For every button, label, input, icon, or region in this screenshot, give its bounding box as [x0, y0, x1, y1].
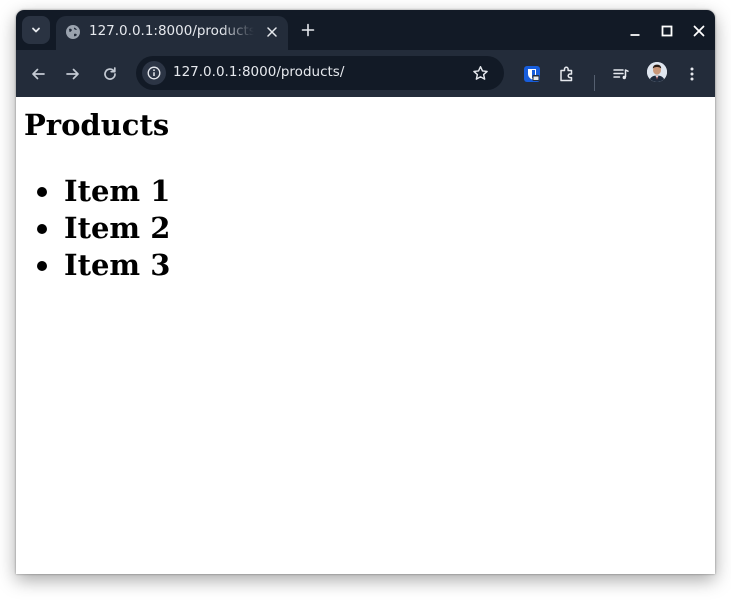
- product-list: Item 1 Item 2 Item 3: [16, 173, 170, 284]
- reload-button[interactable]: [97, 61, 123, 87]
- list-bullet: [37, 224, 47, 234]
- list-item: Item 2: [16, 210, 170, 247]
- chevron-down-icon: [32, 27, 40, 33]
- bookmark-button[interactable]: [469, 62, 491, 84]
- back-arrow-icon: [32, 68, 45, 80]
- list-item: Item 1: [16, 173, 170, 210]
- toolbar-separator: [594, 75, 595, 91]
- tab-search-button[interactable]: [22, 16, 50, 44]
- url-text: 127.0.0.1:8000/products/: [173, 64, 345, 80]
- browser-window: 127.0.0.1:8000/products/ 127.0.0.1:8000/…: [16, 10, 715, 574]
- close-icon: [693, 25, 705, 37]
- reload-icon: [104, 67, 116, 80]
- forward-arrow-icon: [66, 68, 79, 80]
- shield-icon: [524, 66, 540, 82]
- list-bullet: [37, 187, 47, 197]
- puzzle-icon: [560, 66, 573, 82]
- globe-icon: [66, 25, 80, 39]
- tab-title: 127.0.0.1:8000/products/: [89, 23, 254, 39]
- tab-close-button[interactable]: [262, 22, 282, 42]
- minimize-icon: [630, 34, 640, 36]
- kebab-menu-icon: [690, 67, 694, 81]
- list-item-label: Item 3: [64, 248, 171, 282]
- list-item-label: Item 1: [64, 174, 171, 208]
- minimize-button[interactable]: [624, 20, 646, 42]
- browser-menu-button[interactable]: [679, 61, 705, 87]
- close-window-button[interactable]: [688, 20, 710, 42]
- avatar[interactable]: [647, 62, 667, 82]
- maximize-button[interactable]: [656, 20, 678, 42]
- list-bullet: [37, 261, 47, 271]
- address-bar[interactable]: 127.0.0.1:8000/products/: [136, 56, 504, 90]
- extensions-button[interactable]: [554, 61, 580, 87]
- page-content: Products Item 1 Item 2 Item 3: [16, 97, 715, 574]
- new-tab-button[interactable]: [296, 18, 320, 42]
- list-item: Item 3: [16, 247, 170, 284]
- active-tab[interactable]: 127.0.0.1:8000/products/: [56, 16, 288, 50]
- page-title: Products: [24, 108, 170, 142]
- profile-avatar-image: [647, 62, 667, 82]
- forward-button[interactable]: [60, 61, 86, 87]
- plus-icon: [301, 23, 315, 37]
- close-icon: [267, 27, 277, 37]
- maximize-icon: [661, 25, 673, 37]
- media-controls-button[interactable]: [608, 61, 634, 87]
- star-icon: [472, 65, 488, 80]
- tab-strip: 127.0.0.1:8000/products/: [16, 10, 715, 50]
- site-info-button[interactable]: [142, 61, 166, 85]
- bitwarden-extension-button[interactable]: [519, 61, 545, 87]
- browser-toolbar: 127.0.0.1:8000/products/: [16, 50, 715, 97]
- media-queue-icon: [613, 69, 629, 80]
- info-icon: [147, 66, 161, 80]
- list-item-label: Item 2: [64, 211, 171, 245]
- back-button[interactable]: [25, 61, 51, 87]
